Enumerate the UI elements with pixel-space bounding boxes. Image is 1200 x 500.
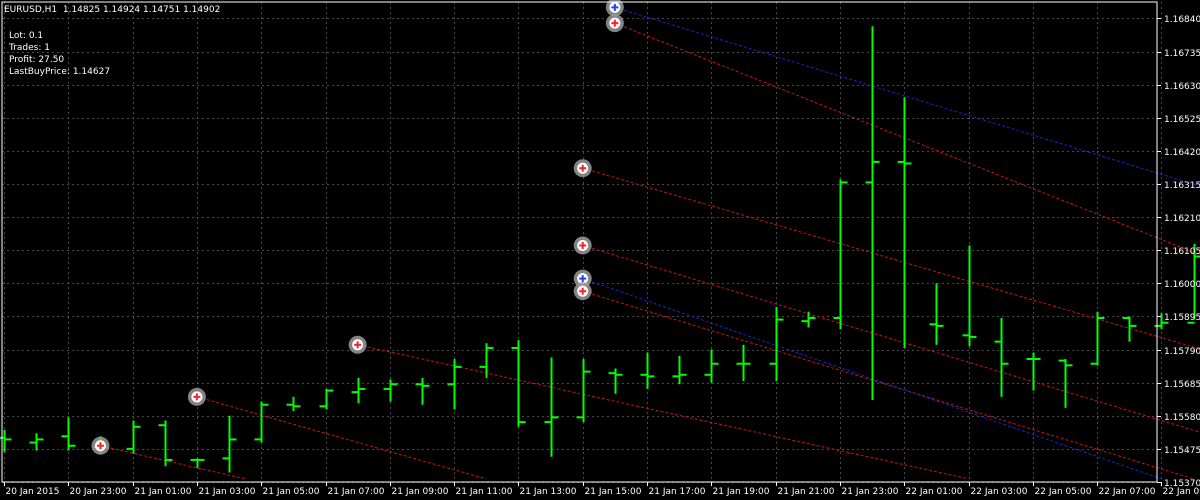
y-tick-label: 1.15475 [1164, 446, 1200, 456]
x-tick-label: 22 Jan 03:00 [971, 487, 1028, 497]
trend-line-red [582, 244, 1200, 433]
ohlc-readout: 1.14825 1.14924 1.14751 1.14902 [62, 5, 221, 15]
ohlc-bar [1026, 352, 1041, 391]
ohlc-bar [351, 377, 366, 404]
ohlc-bar [61, 417, 76, 451]
ohlc-bar [929, 283, 944, 345]
ohlc-bar [1090, 311, 1105, 366]
ohlc-bars [0, 26, 1200, 473]
ohlc-bar [576, 359, 591, 423]
buy-marker-icon [573, 159, 592, 178]
y-tick-label: 1.15790 [1164, 347, 1200, 357]
y-tick-label: 1.16210 [1164, 214, 1200, 224]
x-tick-label: 20 Jan 2015 [6, 487, 60, 497]
x-tick-label: 21 Jan 07:00 [328, 487, 385, 497]
ohlc-bar [672, 355, 687, 385]
ohlc-bar [704, 349, 719, 383]
y-tick-label: 1.16735 [1164, 49, 1200, 59]
x-tick-label: 21 Jan 03:00 [199, 487, 256, 497]
ohlc-bar [254, 401, 269, 443]
ohlc-bar [769, 306, 784, 382]
y-tick-label: 1.16000 [1164, 280, 1200, 290]
x-tick-label: 21 Jan 23:00 [842, 487, 899, 497]
x-tick-label: 21 Jan 17:00 [649, 487, 706, 497]
price-chart[interactable]: 1.16840 1.16735 1.16630 1.16525 1.16420 1.163… [0, 0, 1200, 500]
x-tick-label: 21 Jan 11:00 [456, 487, 513, 497]
y-tick-label: 1.16105 [1164, 247, 1200, 257]
x-tick-label: 20 Jan 23:00 [70, 487, 127, 497]
buy-marker-icon [91, 436, 110, 455]
y-tick-label: 1.15580 [1164, 413, 1200, 423]
ohlc-bar [319, 388, 334, 410]
trend-line-red [357, 344, 969, 480]
x-tick-label: 21 Jan 13:00 [520, 487, 577, 497]
ohlc-bar [801, 311, 816, 328]
stat-last-buy-price: LastBuyPrice: 1.14627 [9, 67, 111, 77]
ohlc-bar [608, 368, 623, 394]
x-tick-label: 21 Jan 09:00 [392, 487, 449, 497]
x-tick-label: 21 Jan 05:00 [263, 487, 320, 497]
x-tick-label: 21 Jan 15:00 [585, 487, 642, 497]
y-tick-label: 1.16315 [1164, 181, 1200, 191]
ohlc-bar [994, 318, 1009, 397]
x-tick-label: 22 Jan 01:00 [906, 487, 963, 497]
trend-line-blue [614, 6, 1200, 187]
buy-marker-icon [573, 282, 592, 301]
ohlc-bar [29, 433, 44, 451]
symbol-header: EURUSD,H1 1.14825 1.14924 1.14751 1.1490… [4, 4, 220, 16]
ohlc-bar [962, 245, 977, 347]
trend-line-red [582, 290, 1194, 480]
y-tick-label: 1.15685 [1164, 380, 1200, 390]
x-tick-label: 21 Jan 19:00 [713, 487, 770, 497]
ohlc-bar [479, 343, 494, 378]
ohlc-bar [415, 377, 430, 405]
y-tick-label: 1.15895 [1164, 313, 1200, 323]
ohlc-bar [383, 379, 398, 402]
x-tick-label: 22 Jan 05:00 [1035, 487, 1092, 497]
ohlc-bar [126, 420, 141, 454]
x-tick-label: 22 Jan 07:00 [1099, 487, 1156, 497]
x-tick-label: 21 Jan 21:00 [778, 487, 835, 497]
y-tick-label: 1.16630 [1164, 82, 1200, 92]
y-tick-label: 1.16420 [1164, 148, 1200, 158]
ohlc-bar [1058, 359, 1073, 408]
ohlc-bar [447, 359, 462, 410]
ohlc-bar [833, 179, 848, 330]
y-tick-label: 1.16840 [1164, 15, 1200, 25]
ohlc-bar [190, 458, 205, 468]
trend-line-red [196, 396, 487, 480]
trend-line-red [582, 167, 1200, 350]
symbol-timeframe: EURUSD,H1 [4, 5, 58, 15]
buy-marker-icon [187, 387, 206, 406]
ohlc-bar [1122, 316, 1137, 342]
x-tick-label: 21 Jan 01:00 [135, 487, 192, 497]
buy-marker-icon [348, 335, 367, 354]
ohlc-bar [897, 97, 912, 348]
buy-marker-icon [573, 236, 592, 255]
ohlc-bar [286, 396, 301, 412]
ohlc-bar [544, 357, 559, 457]
y-tick-label: 1.16525 [1164, 115, 1200, 125]
stat-lot: Lot: 0.1 [9, 31, 44, 41]
x-tick-label: 22 Jan 09:00 [1163, 487, 1200, 497]
trend-lines [100, 6, 1200, 480]
ohlc-bar [865, 26, 880, 401]
stat-profit: Profit: 27.50 [9, 55, 65, 65]
ea-stats-panel: Lot: 0.1 Trades: 1 Profit: 27.50 LastBuy… [9, 30, 110, 78]
buy-marker-icon [605, 14, 624, 33]
ohlc-bar [222, 415, 237, 473]
chart-axes: 1.16840 1.16735 1.16630 1.16525 1.16420 1.163… [1, 1, 1200, 497]
stat-trades: Trades: 1 [9, 43, 50, 53]
trend-line-red [100, 445, 246, 480]
